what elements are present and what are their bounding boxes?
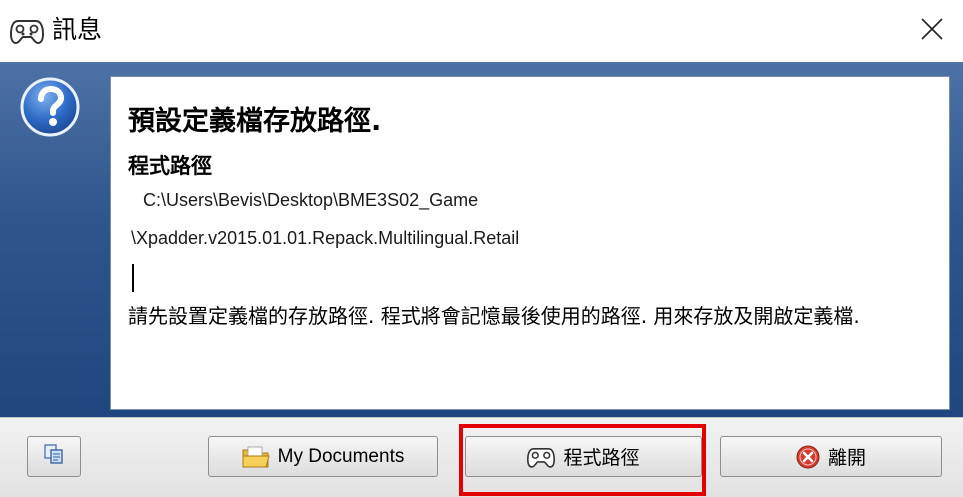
- dialog-window: 訊息 預設定義檔存放路徑. 程式路徑 C:\Users\Bevis\Deskto…: [0, 0, 963, 497]
- exit-button[interactable]: 離開: [720, 436, 942, 477]
- program-path-button[interactable]: 程式路徑: [465, 436, 702, 477]
- window-title: 訊息: [52, 15, 103, 44]
- exit-label: 離開: [827, 447, 866, 469]
- folder-icon: [242, 445, 270, 469]
- text-caret: [132, 264, 134, 292]
- my-documents-label: My Documents: [277, 445, 405, 467]
- path-line-1: C:\Users\Bevis\Desktop\BME3S02_Game: [143, 190, 479, 210]
- stop-icon: [796, 445, 820, 469]
- close-icon: [920, 17, 944, 45]
- message-title: 預設定義檔存放路徑.: [128, 106, 382, 137]
- button-bar: My Documents 程式路徑 離開: [0, 417, 963, 497]
- copy-icon: [43, 443, 65, 470]
- message-description: 請先設置定義檔的存放路徑. 程式將會記憶最後使用的路徑. 用來存放及開啟定義檔.: [128, 304, 860, 328]
- message-subtitle: 程式路徑: [128, 154, 212, 178]
- my-documents-button[interactable]: My Documents: [208, 436, 438, 477]
- program-path-label: 程式路徑: [563, 447, 640, 469]
- copy-button[interactable]: [27, 436, 81, 477]
- path-line-2: \Xpadder.v2015.01.01.Repack.Multilingual…: [131, 228, 520, 248]
- title-bar: 訊息: [0, 0, 963, 62]
- gamepad-icon: [527, 445, 556, 469]
- question-icon: [19, 76, 81, 138]
- message-panel: 預設定義檔存放路徑. 程式路徑 C:\Users\Bevis\Desktop\B…: [110, 76, 950, 410]
- gamepad-icon: [9, 17, 45, 45]
- message-area: 預設定義檔存放路徑. 程式路徑 C:\Users\Bevis\Desktop\B…: [0, 62, 963, 417]
- close-button[interactable]: [901, 0, 963, 62]
